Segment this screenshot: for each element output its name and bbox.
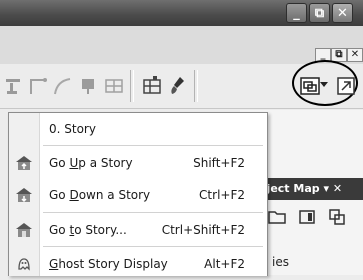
window-restore-button[interactable]: ⧉ — [309, 3, 330, 23]
menu-item-label: Go to Story... — [49, 223, 127, 237]
next-tool-icon[interactable] — [334, 74, 358, 98]
story-dropdown-menu: 0. Story Go Up a Story Shift+F2 Go Down … — [8, 112, 268, 276]
menu-item-label: Go Up a Story — [49, 156, 133, 170]
project-map-title[interactable]: oject Map ▾ ✕ — [255, 178, 363, 200]
menu-separator — [43, 145, 263, 146]
push-pin-icon[interactable] — [76, 74, 100, 98]
menu-item-label: Go Down a Story — [49, 188, 151, 202]
menu-item-ghost-story-display[interactable]: Ghost Story Display Alt+F2 — [9, 248, 267, 280]
toolbar-separator — [194, 70, 198, 102]
menu-item-current-story[interactable]: 0. Story — [9, 113, 267, 145]
menu-separator — [43, 246, 263, 247]
table-tool-icon[interactable] — [140, 74, 164, 98]
stair-tool-icon[interactable] — [2, 74, 26, 98]
menu-item-label: 0. Story — [49, 122, 96, 136]
menu-item-shortcut: Shift+F2 — [193, 156, 245, 170]
window-title-bar: _ ⧉ ✕ — [0, 0, 363, 26]
brush-tool-icon[interactable] — [166, 74, 190, 98]
menu-item-shortcut: Ctrl+F2 — [199, 188, 245, 202]
grid-tool-icon[interactable] — [102, 74, 126, 98]
menu-item-shortcut: Ctrl+Shift+F2 — [161, 223, 245, 237]
go-to-story-icon — [16, 223, 32, 237]
panel-folder-icon[interactable] — [267, 207, 287, 227]
menu-item-go-up-story[interactable]: Go Up a Story Shift+F2 — [9, 147, 267, 179]
menu-item-go-to-story[interactable]: Go to Story... Ctrl+Shift+F2 — [9, 214, 267, 246]
menu-item-go-down-story[interactable]: Go Down a Story Ctrl+F2 — [9, 179, 267, 211]
panel-partial-text: ies — [272, 255, 289, 269]
menu-separator — [43, 212, 263, 213]
menu-bar — [0, 26, 363, 65]
arc-tool-icon[interactable] — [50, 74, 74, 98]
go-up-story-icon — [16, 156, 32, 170]
menu-item-label: Ghost Story Display — [49, 257, 168, 271]
ghost-story-icon — [18, 258, 30, 271]
go-down-story-icon — [16, 188, 32, 203]
window-minimize-button[interactable]: _ — [286, 3, 307, 23]
toolbar-separator — [130, 70, 134, 102]
panel-view-icon[interactable] — [297, 207, 317, 227]
wall-corner-icon[interactable] — [26, 74, 50, 98]
window-close-button[interactable]: ✕ — [332, 3, 353, 23]
document-close-button[interactable]: ✕ — [347, 48, 363, 62]
panel-layout-icon[interactable] — [327, 207, 347, 227]
panel-toolbar — [255, 205, 363, 229]
menu-item-shortcut: Alt+F2 — [204, 257, 245, 271]
